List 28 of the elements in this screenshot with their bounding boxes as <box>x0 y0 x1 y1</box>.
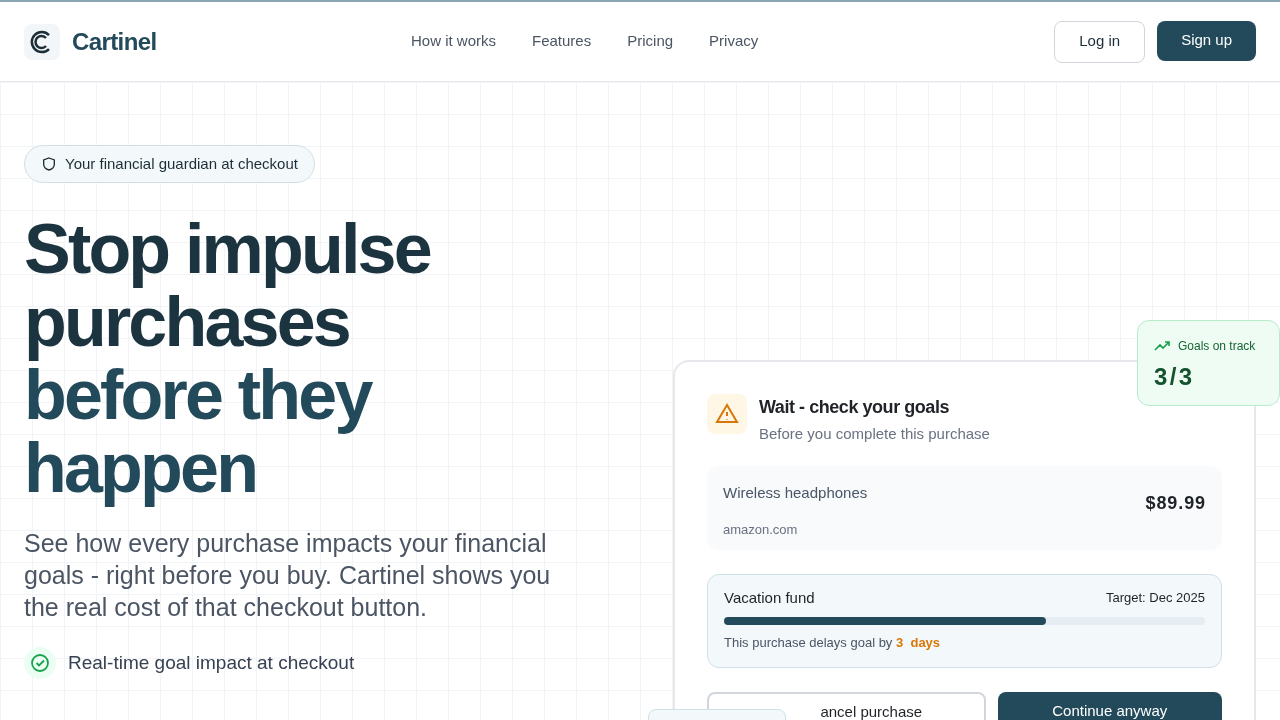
nav-link[interactable]: How it works <box>411 30 496 53</box>
trending-up-icon <box>1154 340 1170 352</box>
nav-link[interactable]: Features <box>532 30 592 53</box>
signup-button[interactable]: Sign up <box>1157 20 1256 61</box>
tracker-label: Goals on track <box>1178 338 1256 355</box>
warning-icon <box>715 402 739 426</box>
store-name: amazon.com <box>723 521 799 539</box>
continue-button[interactable]: Continue anyway <box>997 691 1222 720</box>
feature-text: Real-time goal impact at checkout <box>68 650 355 675</box>
brand-name[interactable]: Cartinel <box>72 23 157 60</box>
goal-name: Vacation fund <box>724 587 815 608</box>
product-name: Wireless headphones <box>723 482 868 503</box>
card-title: Wait - check your goals <box>759 396 951 419</box>
hero-subtitle: See how every purchase impacts your financial goals - right before you buy. Cartinel shows you the real cost of that checkout button. <box>24 528 552 623</box>
check-circle-icon <box>24 647 56 679</box>
goal-target: Target: Dec 2025 <box>1106 589 1205 607</box>
nav-link[interactable]: Privacy <box>709 30 759 53</box>
nav-link[interactable]: Pricing <box>627 30 674 53</box>
logo-icon <box>24 23 60 60</box>
tracker-value: 3/3 <box>1154 362 1196 392</box>
delay-text: This purchase delays goal by <box>724 635 893 650</box>
card-subtitle: Before you complete this purchase <box>759 424 990 444</box>
shield-icon <box>41 156 57 172</box>
login-button[interactable]: Log in <box>1054 20 1146 63</box>
hero-heading: Stop impulse purchases before they happen <box>24 213 432 505</box>
tagline-badge: Your financial guardian at checkout <box>24 145 315 183</box>
delay-value: 3 days <box>896 635 941 650</box>
price: $89.99 <box>1145 491 1206 515</box>
